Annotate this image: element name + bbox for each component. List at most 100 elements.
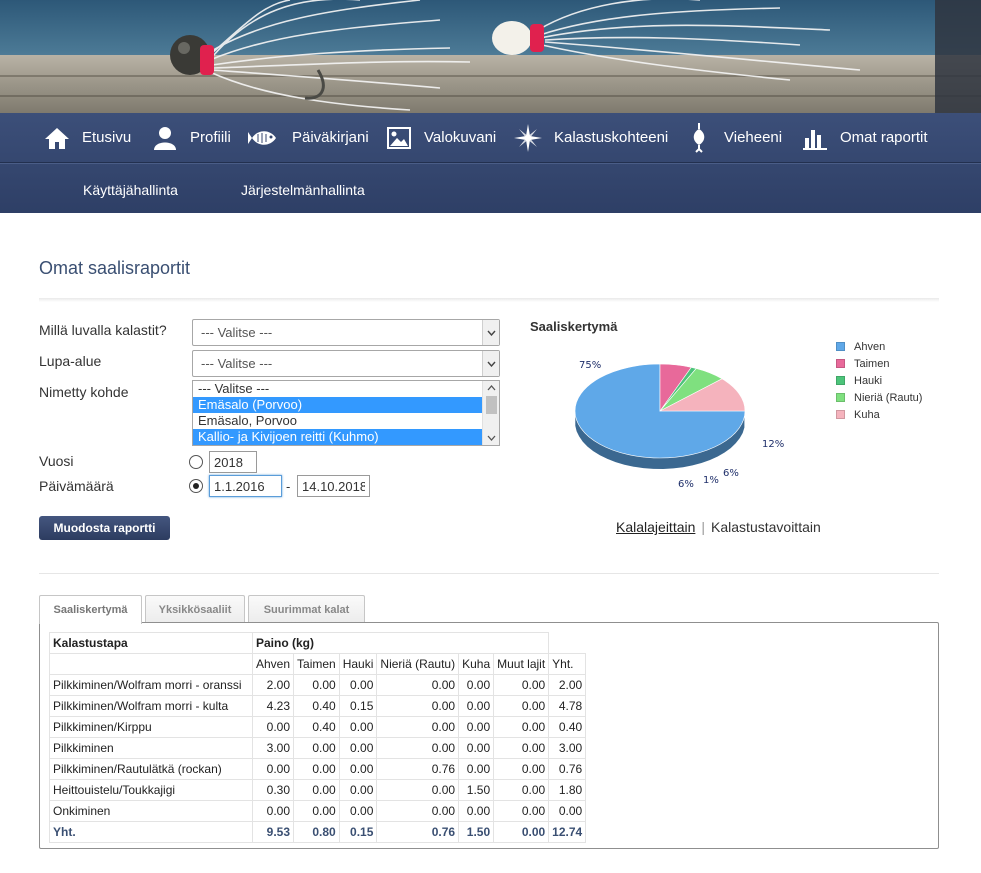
value-cell: 0.00 (338, 800, 378, 822)
date-from-input[interactable] (209, 475, 282, 497)
chart-title: Saaliskertymä (530, 319, 618, 334)
area-select[interactable]: --- Valitse --- (192, 350, 500, 377)
table-row: Onkiminen 0.00 0.00 0.00 0.00 0.00 0.00 0.00 (49, 800, 587, 822)
pie-data-label: 12% (762, 439, 784, 450)
value-cell: 12.74 (548, 821, 587, 843)
permit-select[interactable]: --- Valitse --- (192, 319, 500, 346)
generate-report-button[interactable]: Muodosta raportti (39, 516, 170, 540)
tab-yksikkosaaliit[interactable]: Yksikkösaaliit (145, 595, 245, 623)
date-label: Päivämäärä (39, 478, 114, 494)
value-cell: 0.00 (458, 800, 495, 822)
value-cell: 0.40 (293, 695, 340, 717)
method-cell: Pilkkiminen (49, 737, 253, 759)
pie-data-label: 6% (723, 468, 739, 479)
legend-label: Nieriä (Rautu) (854, 391, 923, 404)
value-cell: 0.00 (376, 716, 460, 738)
primary-nav-row: Etusivu Profiili Päiväkirjani Valokuvani… (0, 113, 981, 163)
value-cell: 0.00 (293, 737, 340, 759)
nav-item-kalastuskohteeni[interactable]: Kalastuskohteeni (514, 113, 668, 163)
value-cell: 4.23 (251, 695, 295, 717)
chevron-down-icon (482, 320, 499, 345)
tab-suurimmat-kalat[interactable]: Suurimmat kalat (248, 595, 365, 623)
method-column-header: Kalastustapa (49, 632, 253, 654)
legend-item: Ahven (836, 338, 922, 355)
area-label: Lupa-alue (39, 353, 102, 369)
value-cell: 0.00 (493, 758, 550, 780)
value-cell: 1.80 (548, 779, 587, 801)
value-cell: 0.00 (376, 737, 460, 759)
legend-swatch (836, 393, 845, 402)
nav-item-label: Etusivu (82, 129, 132, 146)
date-to-input[interactable] (297, 475, 370, 497)
fishing-lure-illustration (170, 0, 981, 113)
method-cell: Heittouistelu/Toukkajigi (49, 779, 253, 801)
value-cell: 0.00 (338, 779, 378, 801)
column-header: Taimen (293, 653, 340, 675)
target-listbox[interactable]: --- Valitse --- Emäsalo (Porvoo) Emäsalo… (192, 380, 500, 446)
user-icon (152, 125, 178, 151)
value-cell: 3.00 (548, 737, 587, 759)
value-cell: 0.00 (293, 779, 340, 801)
nav-item-profiili[interactable]: Profiili (152, 113, 231, 163)
date-radio[interactable] (189, 479, 203, 493)
nav-item-label: Valokuvani (424, 129, 497, 146)
lure-icon (686, 122, 712, 153)
nav-item-vieheeni[interactable]: Vieheeni (686, 113, 782, 163)
bar-chart-icon (802, 125, 828, 151)
listbox-option[interactable]: Kallio- ja Kivijoen reitti (Kuhmo) (193, 429, 483, 445)
method-cell: Yht. (49, 821, 253, 843)
nav-item-paivakirjani[interactable]: Päiväkirjani (248, 113, 369, 163)
legend-item: Nieriä (Rautu) (836, 389, 922, 406)
value-cell: 0.76 (376, 758, 460, 780)
value-cell: 0.00 (376, 779, 460, 801)
table-row: Heittouistelu/Toukkajigi 0.30 0.00 0.00 0.00… (49, 779, 587, 801)
nav-item-etusivu[interactable]: Etusivu (44, 113, 131, 163)
value-cell: 2.00 (548, 674, 587, 696)
nav-item-valokuvani[interactable]: Valokuvani (386, 113, 496, 163)
chart-view-switch: Kalalajeittain | Kalastustavoittain (616, 519, 821, 535)
legend-item: Hauki (836, 372, 922, 389)
chart-legend: Ahven Taimen Hauki Nieriä (Rautu) Kuha (836, 338, 922, 423)
listbox-option[interactable]: Emäsalo, Porvoo (193, 413, 483, 429)
table-row: Pilkkiminen 3.00 0.00 0.00 0.00 0.00 0.00 3.00 (49, 737, 587, 759)
listbox-scrollbar[interactable] (482, 381, 499, 445)
year-radio[interactable] (189, 455, 203, 469)
tab-saaliskertyma[interactable]: Saaliskertymä (39, 595, 142, 624)
table-row: Pilkkiminen/Kirppu 0.00 0.40 0.00 0.00 0.00 0.… (49, 716, 587, 738)
legend-swatch (836, 342, 845, 351)
table-row: Pilkkiminen/Wolfram morri - kulta 4.23 0.4… (49, 695, 587, 717)
empty-header-cell (49, 653, 253, 675)
method-cell: Pilkkiminen/Rautulätkä (rockan) (49, 758, 253, 780)
fish-icon (248, 125, 280, 151)
column-header: Yht. (548, 653, 587, 675)
value-cell: 0.00 (338, 716, 378, 738)
value-cell: 0.00 (493, 695, 550, 717)
by-method-link[interactable]: Kalastustavoittain (711, 519, 821, 535)
nav-sub-kayttajahallinta[interactable]: Käyttäjähallinta (83, 182, 178, 198)
value-cell: 0.15 (338, 695, 378, 717)
legend-swatch (836, 376, 845, 385)
listbox-option[interactable]: Emäsalo (Porvoo) (193, 397, 483, 413)
value-cell: 0.00 (458, 758, 495, 780)
value-cell: 0.00 (458, 716, 495, 738)
weight-group-header: Paino (kg) (251, 632, 550, 654)
method-cell: Onkiminen (49, 800, 253, 822)
by-species-link[interactable]: Kalalajeittain (616, 519, 695, 535)
nav-item-omat-raportit[interactable]: Omat raportit (802, 113, 928, 163)
divider (39, 298, 939, 302)
nav-sub-jarjestelmanhallinta[interactable]: Järjestelmänhallinta (241, 182, 365, 198)
image-icon (386, 125, 412, 151)
value-cell: 0.00 (458, 695, 495, 717)
home-icon (44, 125, 70, 151)
value-cell: 0.00 (493, 716, 550, 738)
year-input[interactable] (209, 451, 257, 473)
column-header: Hauki (338, 653, 378, 675)
legend-label: Taimen (854, 357, 890, 370)
column-header: Nieriä (Rautu) (376, 653, 460, 675)
method-cell: Pilkkiminen/Wolfram morri - kulta (49, 695, 253, 717)
value-cell: 0.00 (376, 800, 460, 822)
listbox-option[interactable]: --- Valitse --- (193, 381, 483, 397)
chevron-down-icon (482, 351, 499, 376)
nav-item-label: Profiili (190, 129, 231, 146)
value-cell: 0.00 (493, 821, 550, 843)
